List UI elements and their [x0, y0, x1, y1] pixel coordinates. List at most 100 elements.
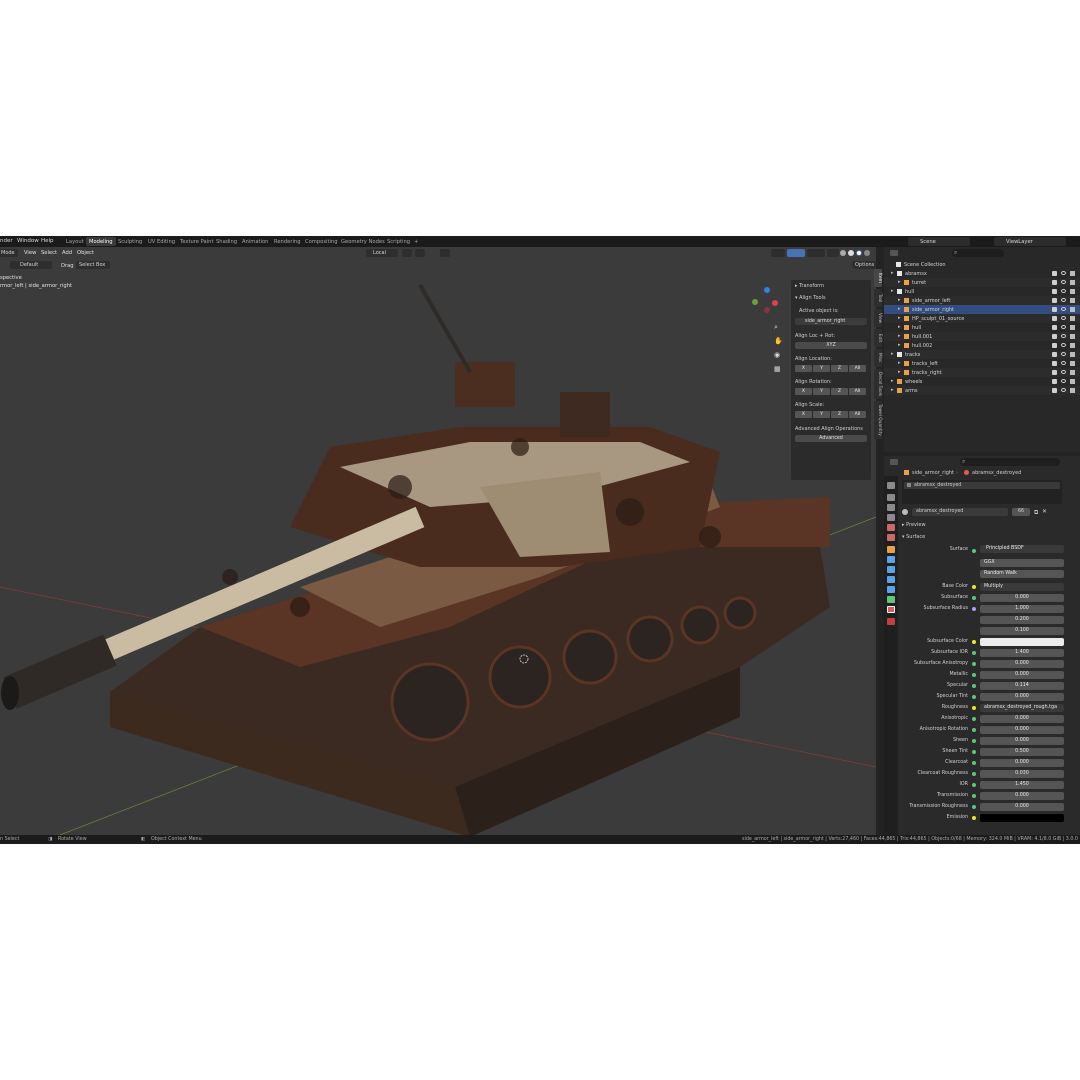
param-value-field[interactable]: 0.500 [980, 748, 1064, 756]
param-value-field[interactable]: 0.000 [980, 759, 1064, 767]
render-camera-icon[interactable] [1070, 388, 1075, 393]
particles-tab-icon[interactable] [887, 566, 895, 573]
outliner-row[interactable]: ▸ arms [884, 386, 1080, 395]
render-camera-icon[interactable] [1070, 280, 1075, 285]
align-scale-y-button[interactable]: Y [813, 411, 830, 418]
properties-editor-type-icon[interactable] [890, 459, 898, 465]
expand-arrow-icon[interactable]: ▸ [898, 279, 901, 285]
render-camera-icon[interactable] [1070, 316, 1075, 321]
outliner-editor-type-icon[interactable] [890, 250, 898, 256]
exclude-checkbox[interactable] [1052, 334, 1057, 339]
outliner-row[interactable]: ▸ turret [884, 278, 1080, 287]
socket-icon[interactable] [972, 673, 976, 677]
navigation-gizmo[interactable] [752, 287, 782, 317]
param-value-field[interactable]: 0.000 [980, 726, 1064, 734]
param-value-field[interactable]: 0.000 [980, 792, 1064, 800]
eye-icon[interactable] [1061, 361, 1066, 365]
render-camera-icon[interactable] [1070, 370, 1075, 375]
param-value-field[interactable]: 0.000 [980, 737, 1064, 745]
user-count-button[interactable]: 66 [1012, 508, 1030, 516]
exclude-checkbox[interactable] [1052, 379, 1057, 384]
eye-icon[interactable] [1061, 316, 1066, 320]
socket-icon[interactable] [972, 728, 976, 732]
surface-shader-field[interactable]: Principled BSDF [980, 545, 1064, 553]
material-name-field[interactable]: abramsx_destroyed [912, 508, 1008, 516]
align-rotation-all-button[interactable]: All [849, 388, 866, 395]
unlink-icon[interactable]: ✕ [1042, 508, 1047, 515]
socket-icon[interactable] [972, 596, 976, 600]
tab-towel-quantity[interactable]: Towel Quantity [874, 401, 882, 439]
expand-arrow-icon[interactable]: ▸ [891, 387, 894, 393]
align-xyz-button[interactable]: XYZ [795, 342, 867, 349]
render-camera-icon[interactable] [1070, 361, 1075, 366]
expand-arrow-icon[interactable]: ▸ [898, 360, 901, 366]
outliner-row[interactable]: ▸ hull.001 [884, 332, 1080, 341]
param-value-field[interactable] [980, 814, 1064, 822]
exclude-checkbox[interactable] [1052, 271, 1057, 276]
outliner-row[interactable]: ▸ side_armor_right [884, 305, 1080, 314]
view-layer-tab-icon[interactable] [887, 514, 895, 521]
expand-arrow-icon[interactable]: ▸ [891, 378, 894, 384]
eye-icon[interactable] [1061, 271, 1066, 275]
tab-view[interactable]: View [874, 309, 882, 327]
eye-icon[interactable] [1061, 307, 1066, 311]
param-value-field[interactable]: Multiply [980, 583, 1064, 591]
tab-scripting[interactable]: Scripting [384, 237, 413, 246]
tool-tab-icon[interactable] [887, 482, 895, 489]
3d-viewport[interactable]: Mode View Select Add Object Local Defaul… [0, 247, 876, 835]
expand-arrow-icon[interactable]: ▸ [891, 351, 894, 357]
transform-header[interactable]: ▸ Transform [795, 283, 824, 289]
render-camera-icon[interactable] [1070, 334, 1075, 339]
outliner-row[interactable]: ▸ tracks_left [884, 359, 1080, 368]
material-slot-row[interactable]: abramsx_destroyed [904, 482, 1060, 489]
scene-selector[interactable]: Scene [908, 237, 970, 246]
param-value-field[interactable]: 0.030 [980, 770, 1064, 778]
output-tab-icon[interactable] [887, 504, 895, 511]
eye-icon[interactable] [1061, 280, 1066, 284]
constraints-tab-icon[interactable] [887, 586, 895, 593]
eye-icon[interactable] [1061, 352, 1066, 356]
exclude-checkbox[interactable] [1052, 325, 1057, 330]
tab-uv-editing[interactable]: UV Editing [145, 237, 178, 246]
tab-shading[interactable]: Shading [213, 237, 240, 246]
properties-search-input[interactable] [960, 458, 1060, 466]
render-camera-icon[interactable] [1070, 307, 1075, 312]
modifier-tab-icon[interactable] [887, 556, 895, 563]
socket-icon[interactable] [972, 761, 976, 765]
render-camera-icon[interactable] [1070, 325, 1075, 330]
view-layer-selector[interactable]: ViewLayer [994, 237, 1066, 246]
scene-tab-icon[interactable] [887, 524, 895, 531]
align-rotation-y-button[interactable]: Y [813, 388, 830, 395]
exclude-checkbox[interactable] [1052, 361, 1057, 366]
tab-layout[interactable]: Layout [63, 237, 87, 246]
outliner-row[interactable]: ▸ hull [884, 287, 1080, 296]
tab-decal-tools[interactable]: Decal Tools [874, 369, 882, 399]
param-value-field[interactable]: 0.000 [980, 660, 1064, 668]
align-rotation-x-button[interactable]: X [795, 388, 812, 395]
duplicate-icon[interactable]: ⧉ [1034, 509, 1038, 517]
align-location-y-button[interactable]: Y [813, 365, 830, 372]
gizmo-x-axis-icon[interactable] [772, 300, 778, 306]
grid-view-icon[interactable]: ▦ [774, 365, 781, 373]
eye-icon[interactable] [1061, 289, 1066, 293]
camera-icon[interactable]: ◉ [774, 351, 780, 359]
socket-icon[interactable] [972, 739, 976, 743]
socket-icon[interactable] [972, 717, 976, 721]
align-location-x-button[interactable]: X [795, 365, 812, 372]
align-scale-z-button[interactable]: Z [831, 411, 848, 418]
render-camera-icon[interactable] [1070, 271, 1075, 276]
add-workspace-button[interactable]: + [411, 237, 421, 246]
physics-tab-icon[interactable] [887, 576, 895, 583]
render-camera-icon[interactable] [1070, 352, 1075, 357]
param-value-field[interactable]: 0.200 [980, 616, 1064, 624]
param-value-field[interactable]: 0.000 [980, 671, 1064, 679]
exclude-checkbox[interactable] [1052, 289, 1057, 294]
param-value-field[interactable]: abramsx_destroyed_rough.tga [980, 704, 1064, 712]
socket-icon[interactable] [972, 706, 976, 710]
socket-icon[interactable] [972, 783, 976, 787]
eye-icon[interactable] [1061, 343, 1066, 347]
expand-arrow-icon[interactable]: ▸ [898, 324, 901, 330]
pan-hand-icon[interactable]: ✋ [774, 337, 783, 345]
tab-tool[interactable]: Tool [874, 289, 882, 307]
render-tab-icon[interactable] [887, 494, 895, 501]
